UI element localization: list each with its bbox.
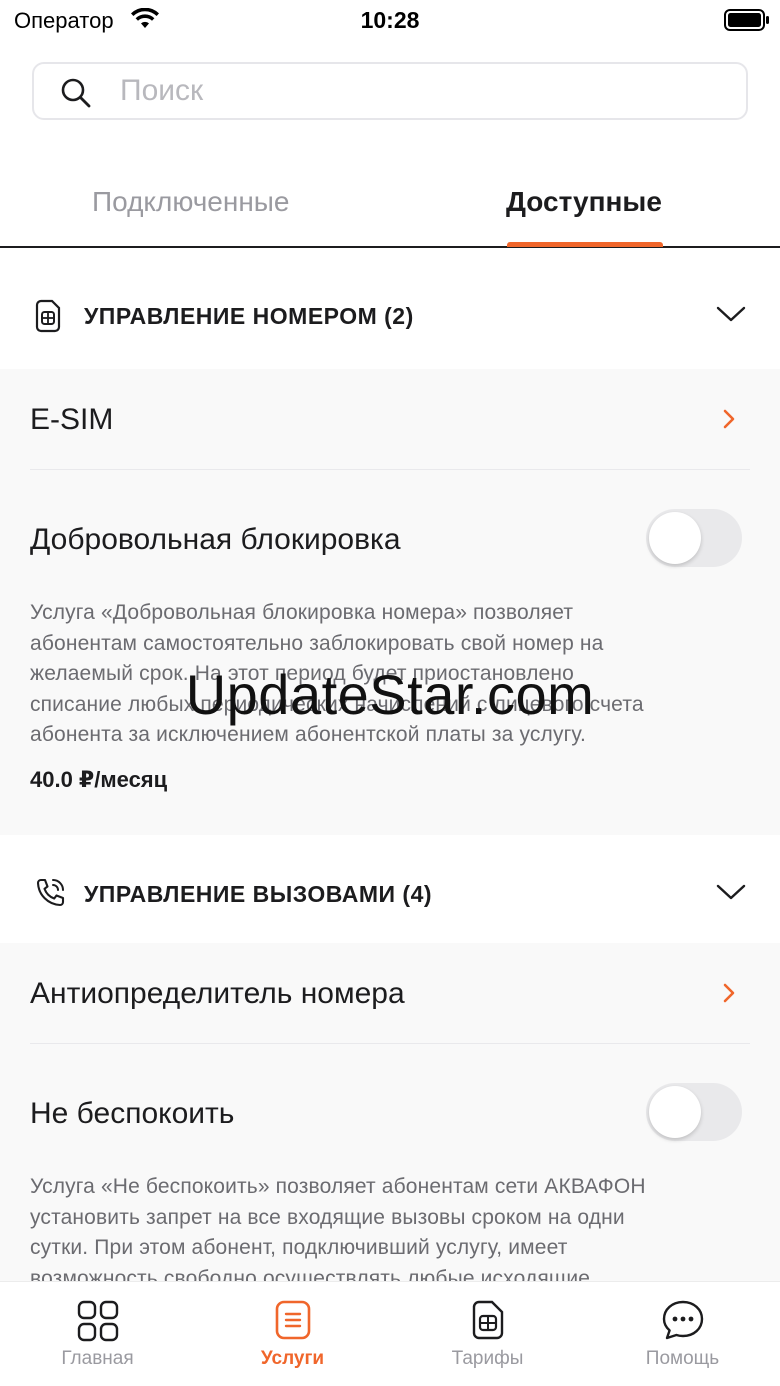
nav-item-tariffs[interactable]: Тарифы (390, 1282, 585, 1386)
search-icon (60, 77, 92, 114)
services-list[interactable]: УПРАВЛЕНИЕ НОМЕРОМ (2) E-SIM Добровольна… (0, 249, 780, 1281)
phone-call-icon (34, 877, 66, 914)
do-not-disturb-toggle[interactable] (646, 1083, 742, 1141)
search-input[interactable] (120, 72, 720, 110)
tab-connected[interactable]: Подключенные (92, 186, 290, 248)
nav-item-help[interactable]: Помощь (585, 1282, 780, 1386)
tab-available[interactable]: Доступные (506, 186, 662, 248)
tab-bar: Подключенные Доступные (0, 170, 780, 248)
grid-icon (0, 1300, 195, 1347)
nav-item-home[interactable]: Главная (0, 1282, 195, 1386)
services-screen: Оператор 10:28 Подключе (0, 0, 780, 1386)
service-description: Услуга «Не беспокоить» позволяет абонент… (30, 1175, 646, 1281)
chat-bubble-icon (585, 1300, 780, 1345)
sim-card-icon (34, 299, 62, 338)
service-price: 40.0 ₽/месяц (30, 767, 168, 792)
voluntary-block-toggle[interactable] (646, 509, 742, 567)
group-body-number-management: E-SIM Добровольная блокировка Услуга «До… (0, 369, 780, 835)
chevron-down-icon[interactable] (716, 305, 746, 328)
group-title: УПРАВЛЕНИЕ ВЫЗОВАМИ (4) (84, 881, 433, 907)
chevron-down-icon[interactable] (716, 883, 746, 906)
divider (30, 469, 750, 470)
service-label: Добровольная блокировка (30, 523, 401, 556)
toggle-knob (649, 1086, 701, 1138)
sim-card-icon (390, 1300, 585, 1345)
service-label: E-SIM (30, 403, 114, 436)
group-header-number-management[interactable]: УПРАВЛЕНИЕ НОМЕРОМ (2) (0, 249, 780, 369)
nav-label: Тарифы (451, 1348, 524, 1369)
chevron-right-icon (722, 409, 736, 434)
service-row-esim[interactable]: E-SIM (0, 369, 780, 469)
watermark: UpdateStar.com (185, 663, 595, 726)
battery-icon (724, 9, 770, 36)
nav-item-services[interactable]: Услуги (195, 1282, 390, 1386)
service-label: Не беспокоить (30, 1097, 235, 1130)
active-tab-indicator (507, 242, 663, 247)
nav-label: Помощь (645, 1348, 720, 1369)
clock: 10:28 (360, 7, 420, 33)
nav-label: Главная (61, 1348, 134, 1369)
search-bar (32, 62, 748, 120)
chevron-right-icon (722, 983, 736, 1008)
services-icon (195, 1300, 390, 1345)
group-header-call-management[interactable]: УПРАВЛЕНИЕ ВЫЗОВАМИ (4) (0, 835, 780, 943)
divider (30, 1043, 750, 1044)
group-body-call-management: Антиопределитель номера Не беспокоить Ус… (0, 943, 780, 1281)
toggle-knob (649, 512, 701, 564)
nav-label: Услуги (260, 1348, 325, 1369)
status-bar: Оператор 10:28 (0, 0, 780, 40)
service-row-caller-id-block[interactable]: Антиопределитель номера (0, 943, 780, 1043)
group-title: УПРАВЛЕНИЕ НОМЕРОМ (2) (84, 303, 414, 329)
service-label: Антиопределитель номера (30, 977, 405, 1010)
bottom-navigation: Главная Услуги Тарифы Помощь (0, 1281, 780, 1386)
